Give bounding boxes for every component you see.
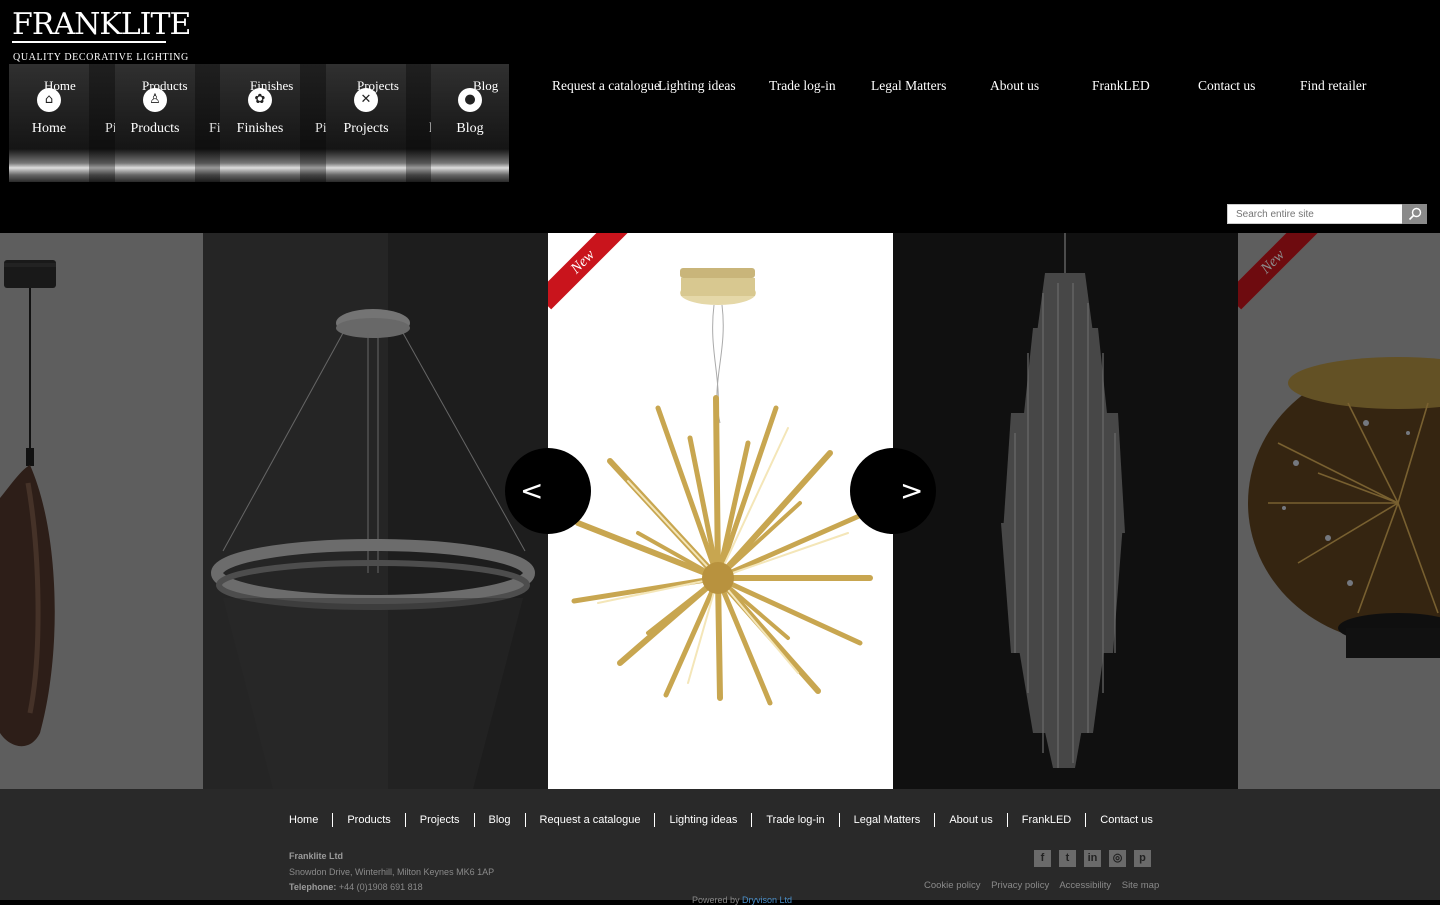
company-name: Franklite Ltd bbox=[289, 851, 344, 861]
slide-dim-overlay bbox=[893, 233, 1238, 789]
topnav-request-catalogue[interactable]: Request a catalogue bbox=[552, 78, 660, 94]
search-button[interactable] bbox=[1402, 204, 1427, 224]
slide-dim-overlay bbox=[1238, 233, 1440, 789]
powered-by-link[interactable]: Dryvison Ltd bbox=[742, 895, 792, 905]
topnav-frankled[interactable]: FrankLED bbox=[1092, 78, 1150, 94]
site-footer: Home Products Projects Blog Request a catalo… bbox=[0, 789, 1440, 905]
footer-link-about-us[interactable]: About us bbox=[934, 813, 1006, 827]
nav-tile-shadow: Fi bbox=[194, 64, 221, 182]
site-map-link[interactable]: Site map bbox=[1122, 880, 1160, 891]
privacy-policy-link[interactable]: Privacy policy bbox=[991, 880, 1049, 891]
nav-tile-shadow: Pi bbox=[300, 64, 327, 182]
chevron-left-icon: < bbox=[520, 474, 544, 507]
carousel-prev-button[interactable]: < bbox=[505, 448, 591, 534]
nav-finishes-label: Finishes bbox=[236, 121, 284, 136]
ghost-label: Fi bbox=[209, 121, 221, 136]
company-address: Snowdon Drive, Winterhill, Milton Keynes… bbox=[289, 866, 495, 877]
footer-link-blog[interactable]: Blog bbox=[473, 813, 525, 827]
search-input[interactable] bbox=[1227, 204, 1403, 224]
site-header: FRANKLITE QUALITY DECORATIVE LIGHTING Pi… bbox=[0, 0, 1440, 233]
topnav-find-retailer[interactable]: Find retailer bbox=[1300, 78, 1366, 94]
powered-by: Powered by Dryvison Ltd bbox=[692, 895, 792, 905]
twitter-icon[interactable]: t bbox=[1059, 850, 1076, 867]
logo-brand: FRANKLITE bbox=[12, 7, 191, 42]
cookie-policy-link[interactable]: Cookie policy bbox=[924, 880, 981, 891]
powered-by-label: Powered by bbox=[692, 895, 740, 905]
slide-ring-pendant[interactable] bbox=[203, 233, 548, 789]
slide-dim-overlay bbox=[0, 233, 203, 789]
footer-link-products[interactable]: Products bbox=[332, 813, 404, 827]
ghost-label: Pi bbox=[315, 121, 327, 136]
main-nav: Pi Fi Pi l Home ⌂ Home Products ♙ Produc… bbox=[9, 64, 509, 182]
topnav-trade-login[interactable]: Trade log-in bbox=[769, 78, 836, 94]
footer-link-frankled[interactable]: FrankLED bbox=[1006, 813, 1086, 827]
nav-finishes[interactable]: Finishes ✿ Finishes bbox=[220, 64, 300, 182]
tools-icon: ✕ bbox=[354, 88, 378, 112]
slide-firework-lamp[interactable]: New bbox=[1238, 233, 1440, 789]
telephone-label: Telephone: bbox=[289, 882, 337, 892]
footer-link-contact-us[interactable]: Contact us bbox=[1085, 813, 1167, 827]
footer-link-projects[interactable]: Projects bbox=[404, 813, 474, 827]
footer-link-lighting-ideas[interactable]: Lighting ideas bbox=[654, 813, 751, 827]
nav-products[interactable]: Products ♙ Products bbox=[115, 64, 195, 182]
instagram-icon[interactable]: ◎ bbox=[1109, 850, 1126, 867]
slide-crystal-chandelier[interactable] bbox=[893, 233, 1238, 789]
speech-bubble-icon: ● bbox=[458, 88, 482, 112]
search-box bbox=[1227, 204, 1427, 224]
nav-tile-shadow: Pi bbox=[89, 64, 117, 182]
topnav-legal-matters[interactable]: Legal Matters bbox=[871, 78, 946, 94]
telephone-number: +44 (0)1908 691 818 bbox=[338, 882, 423, 892]
top-nav: Request a catalogue Lighting ideas Trade… bbox=[538, 76, 1418, 98]
nav-tile-shadow: l bbox=[405, 64, 433, 182]
carousel-next-button[interactable]: > bbox=[850, 448, 936, 534]
nav-projects[interactable]: Projects ✕ Projects bbox=[326, 64, 406, 182]
social-links: f t in ◎ p bbox=[1034, 848, 1159, 867]
nav-blog-label: Blog bbox=[456, 121, 484, 136]
topnav-about-us[interactable]: About us bbox=[990, 78, 1039, 94]
slide-copper-pendant[interactable] bbox=[0, 233, 203, 789]
company-info: Franklite Ltd Snowdon Drive, Winterhill,… bbox=[289, 849, 494, 896]
nav-products-label: Products bbox=[130, 121, 180, 136]
topnav-lighting-ideas[interactable]: Lighting ideas bbox=[658, 78, 736, 94]
search-icon bbox=[1408, 207, 1421, 221]
product-carousel: New New < > bbox=[0, 233, 1440, 789]
legal-links: Cookie policy Privacy policy Accessibili… bbox=[924, 880, 1167, 891]
accessibility-link[interactable]: Accessibility bbox=[1059, 880, 1111, 891]
home-icon: ⌂ bbox=[37, 88, 61, 112]
footer-nav: Home Products Projects Blog Request a catalo… bbox=[275, 813, 1167, 829]
slide-dim-overlay bbox=[203, 233, 548, 789]
nav-home-label: Home bbox=[31, 121, 67, 136]
nav-home[interactable]: Home ⌂ Home bbox=[9, 64, 89, 182]
lamp-icon: ♙ bbox=[143, 88, 167, 112]
pinterest-icon[interactable]: p bbox=[1134, 850, 1151, 867]
nav-blog[interactable]: Blog ● Blog bbox=[431, 64, 509, 182]
logo-underline bbox=[12, 41, 166, 43]
palette-icon: ✿ bbox=[248, 88, 272, 112]
topnav-contact-us[interactable]: Contact us bbox=[1198, 78, 1255, 94]
linkedin-icon[interactable]: in bbox=[1084, 850, 1101, 867]
franklite-logo[interactable]: FRANKLITE QUALITY DECORATIVE LIGHTING bbox=[12, 7, 191, 63]
nav-projects-label: Projects bbox=[343, 121, 389, 136]
footer-link-home[interactable]: Home bbox=[275, 813, 332, 827]
footer-link-request-catalogue[interactable]: Request a catalogue bbox=[524, 813, 655, 827]
footer-link-trade-login[interactable]: Trade log-in bbox=[751, 813, 838, 827]
footer-link-legal-matters[interactable]: Legal Matters bbox=[838, 813, 935, 827]
slide-gold-starburst[interactable]: New bbox=[548, 233, 893, 789]
facebook-icon[interactable]: f bbox=[1034, 850, 1051, 867]
chevron-right-icon: > bbox=[900, 474, 924, 507]
gold-starburst-image bbox=[571, 268, 873, 706]
logo-tagline: QUALITY DECORATIVE LIGHTING bbox=[13, 52, 189, 63]
